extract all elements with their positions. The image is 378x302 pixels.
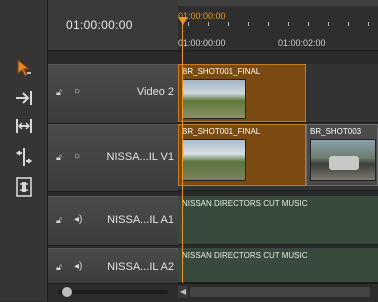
track-name-a2: NISSA...IL A2	[107, 261, 174, 273]
speaker-icon[interactable]: ◂)	[74, 214, 82, 225]
zoom-slider-thumb[interactable]	[62, 287, 72, 297]
playhead-line[interactable]	[182, 18, 183, 283]
track-name-video2: Video 2	[136, 86, 174, 98]
eye-icon[interactable]: ○	[74, 151, 80, 162]
timeline-footer: ◀	[48, 283, 378, 302]
lock-icon[interactable]: 🔓︎	[56, 87, 62, 98]
current-timecode[interactable]: 01:00:00:00	[66, 18, 133, 32]
ruler-tick	[328, 22, 329, 26]
ruler-tick	[188, 22, 189, 26]
speaker-icon[interactable]: ◂)	[74, 261, 82, 272]
track-header-a2[interactable]: 🔓︎ ◂) NISSA...IL A2	[48, 248, 178, 284]
ruler-tick	[288, 22, 289, 26]
ruler-tick	[308, 22, 309, 26]
track-header-a1[interactable]: 🔓︎ ◂) NISSA...IL A1	[48, 196, 178, 246]
work-area-bar[interactable]	[178, 0, 378, 6]
track-header-video2[interactable]: 🔓︎ ○ Video 2	[48, 64, 178, 124]
track-lane-v1[interactable]: BR_SHOT001_FINAL BR_SHOT003	[178, 124, 378, 191]
track-lane-a1[interactable]: NISSAN DIRECTORS CUT MUSIC	[178, 196, 378, 245]
ruler-tick	[208, 22, 209, 26]
zoom-slider-track[interactable]	[58, 290, 168, 294]
car-shape	[329, 156, 359, 170]
track-lane-a2[interactable]: NISSAN DIRECTORS CUT MUSIC	[178, 248, 378, 283]
track-name-a1: NISSA...IL A1	[107, 214, 174, 226]
timecode-panel: 01:00:00:00	[48, 0, 178, 51]
selection-tool-icon[interactable]	[12, 56, 36, 80]
clip-title: BR_SHOT001_FINAL	[182, 67, 261, 76]
clip-title: NISSAN DIRECTORS CUT MUSIC	[182, 199, 308, 208]
clip-video2[interactable]: BR_SHOT001_FINAL	[178, 64, 306, 122]
clip-title: BR_SHOT003	[310, 127, 362, 136]
track-lane-video2[interactable]: BR_SHOT001_FINAL	[178, 64, 378, 123]
time-ruler[interactable]: 01:00:00:00 01:00:00:00 01:00:02:00	[178, 0, 378, 51]
clip-thumbnail	[182, 139, 246, 181]
clip-title: NISSAN DIRECTORS CUT MUSIC	[182, 251, 308, 260]
tool-panel	[0, 0, 48, 301]
ruler-tick	[348, 22, 349, 26]
rolling-edit-icon[interactable]	[12, 145, 36, 169]
track-select-forward-icon[interactable]	[12, 86, 36, 110]
lock-icon[interactable]: 🔓︎	[56, 262, 62, 273]
clip-thumbnail	[310, 139, 376, 181]
clip-thumbnail	[182, 79, 246, 119]
ripple-edit-icon[interactable]	[12, 114, 36, 138]
ruler-label-2s: 01:00:02:00	[278, 38, 326, 48]
horizontal-scrollbar[interactable]	[190, 287, 370, 297]
ruler-tick	[228, 22, 229, 26]
ruler-tick	[248, 22, 249, 26]
eye-icon[interactable]: ○	[74, 86, 80, 97]
lock-icon[interactable]: 🔓︎	[56, 215, 62, 226]
slip-tool-icon[interactable]	[12, 175, 36, 199]
ruler-label-start: 01:00:00:00	[178, 38, 226, 48]
lock-icon[interactable]: 🔓︎	[56, 152, 62, 163]
clip-v1-shot001[interactable]: BR_SHOT001_FINAL	[178, 124, 306, 186]
clip-v1-shot003[interactable]: BR_SHOT003	[306, 124, 378, 186]
clip-title: BR_SHOT001_FINAL	[182, 127, 261, 136]
scroll-left-icon[interactable]: ◀	[178, 286, 188, 298]
ruler-tick	[268, 22, 269, 26]
track-name-v1: NISSA...IL V1	[106, 151, 174, 163]
ruler-tick	[368, 22, 369, 26]
track-header-v1[interactable]: 🔓︎ ○ NISSA...IL V1	[48, 124, 178, 192]
playhead-handle[interactable]	[178, 12, 188, 25]
